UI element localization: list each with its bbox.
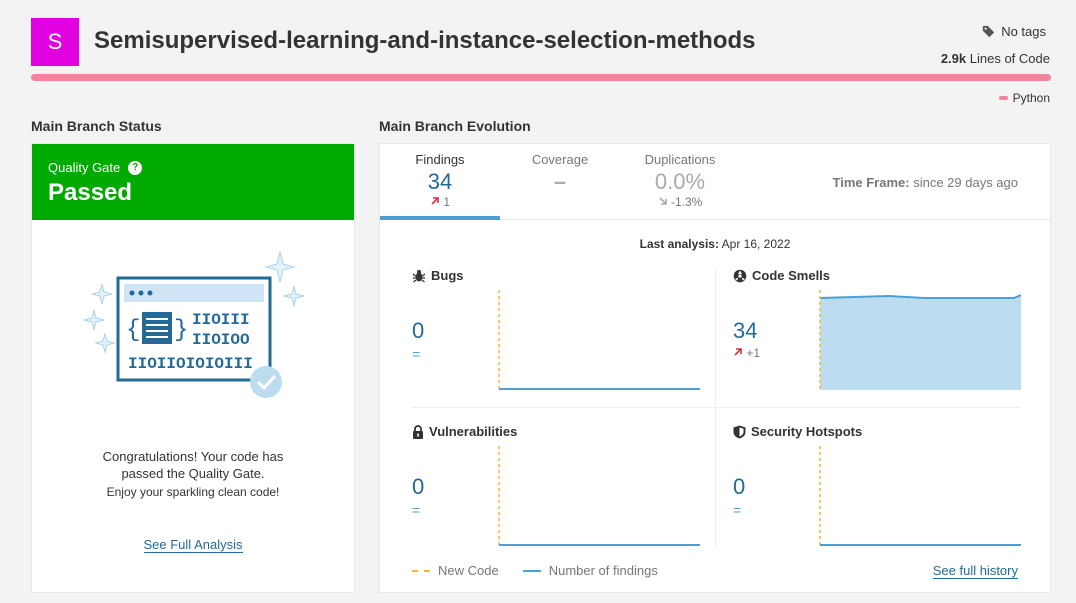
tab-coverage-title: Coverage (531, 152, 589, 167)
tab-duplications-title: Duplications (644, 152, 716, 167)
arrow-up-icon (431, 197, 439, 205)
see-full-history-link[interactable]: See full history (932, 563, 1018, 579)
python-color-dot (998, 96, 1008, 100)
legend-new-code: New Code (412, 563, 499, 578)
help-icon[interactable]: ? (128, 160, 143, 175)
loc-value: 2.9k (940, 51, 967, 66)
bugs-sparkline (498, 290, 700, 390)
lines-of-code: 2.9k Lines of Code (941, 51, 1050, 66)
main-branch-evolution-title: Main Branch Evolution (379, 118, 531, 134)
tab-findings-title: Findings (415, 152, 465, 167)
metric-vulnerabilities-delta: = (412, 502, 421, 518)
evolution-tabs: Findings 34 1 Coverage – Duplications 0.… (380, 144, 1050, 220)
last-analysis: Last analysis: Apr 16, 2022 (380, 237, 1050, 251)
tab-duplications[interactable]: Duplications 0.0% -1.3% (620, 144, 740, 220)
vulnerabilities-sparkline (498, 446, 700, 546)
metric-security-hotspots-title: Security Hotspots (751, 424, 863, 439)
tab-coverage[interactable]: Coverage – (500, 144, 620, 220)
metric-bugs-value[interactable]: 0 (412, 318, 424, 344)
congrats-line-1: Congratulations! Your code has (102, 449, 284, 464)
last-analysis-label: Last analysis: (639, 237, 719, 251)
legend-number-of-findings: Number of findings (522, 563, 658, 578)
tab-duplications-value: 0.0% (654, 169, 706, 194)
tab-findings-delta-value: 1 (443, 195, 451, 209)
project-title[interactable]: Semisupervised-learning-and-instance-sel… (94, 27, 756, 55)
metric-bugs-delta: = (412, 346, 421, 362)
tab-findings-delta: 1 (380, 195, 500, 209)
quality-gate-label-row: Quality Gate ? (48, 160, 338, 175)
main-branch-status-title: Main Branch Status (31, 118, 162, 134)
project-tags[interactable]: No tags (982, 24, 1046, 39)
evolution-card: Findings 34 1 Coverage – Duplications 0.… (379, 143, 1051, 593)
metric-vulnerabilities-value[interactable]: 0 (412, 474, 424, 500)
metric-code-smells-delta-value: +1 (746, 346, 761, 360)
project-avatar: S (31, 18, 79, 66)
tab-duplications-delta: -1.3% (620, 195, 740, 209)
arrow-down-icon (659, 197, 667, 205)
metric-bugs[interactable]: Bugs 0 = (412, 268, 712, 418)
time-frame-label: Time Frame: (832, 175, 910, 190)
last-analysis-date: Apr 16, 2022 (721, 237, 791, 251)
findings-line-swatch (522, 569, 541, 572)
tab-duplications-delta-value: -1.3% (670, 195, 703, 209)
quality-gate-box: Quality Gate ? Passed (32, 144, 354, 220)
metric-code-smells-title-row: Code Smells (733, 268, 830, 283)
metric-security-hotspots-title-row: Security Hotspots (733, 424, 862, 439)
full-analysis-link-wrap: See Full Analysis (32, 537, 354, 553)
tag-icon (983, 25, 995, 38)
metric-code-smells[interactable]: Code Smells 34 +1 (733, 268, 1033, 418)
metric-vulnerabilities[interactable]: Vulnerabilities 0 = (412, 424, 712, 574)
metric-bugs-title: Bugs (431, 268, 464, 283)
metric-code-smells-value[interactable]: 34 (733, 318, 757, 344)
code-smells-sparkline (819, 290, 1021, 390)
metric-code-smells-title: Code Smells (752, 268, 831, 283)
language-distribution-bar (31, 74, 1051, 81)
metric-security-hotspots[interactable]: Security Hotspots 0 = (733, 424, 1033, 574)
metric-code-smells-delta: +1 (733, 346, 760, 360)
shield-icon (733, 425, 746, 438)
metrics-divider-vertical (715, 268, 716, 548)
congrats-line-2: passed the Quality Gate. (121, 466, 265, 481)
code-smell-icon (733, 269, 747, 282)
congrats-message: Congratulations! Your code has passed th… (32, 448, 354, 482)
metric-security-hotspots-value[interactable]: 0 (733, 474, 745, 500)
time-frame: Time Frame: since 29 days ago (833, 175, 1019, 190)
language-legend: Python (998, 91, 1050, 105)
bug-icon (412, 269, 426, 283)
tags-label: No tags (1001, 24, 1046, 39)
lock-icon (413, 424, 423, 439)
svg-text:}: } (174, 317, 188, 344)
security-hotspots-sparkline (819, 446, 1021, 546)
chart-legend: New Code Number of findings (412, 563, 658, 578)
new-code-line-swatch (412, 569, 430, 572)
congrats-subtext: Enjoy your sparkling clean code! (106, 485, 280, 499)
loc-label: Lines of Code (969, 51, 1050, 66)
history-link-wrap: See full history (932, 563, 1018, 579)
see-full-analysis-link[interactable]: See Full Analysis (143, 537, 243, 553)
tab-findings[interactable]: Findings 34 1 (380, 144, 500, 220)
svg-text:IIOIIOIOIOIII: IIOIIOIOIOIII (128, 355, 253, 373)
clean-code-illustration: { } IIOIII IIOIOO IIOIIOIOIOIII (83, 251, 305, 398)
tab-findings-value: 34 (427, 169, 453, 194)
svg-text:IIOIII: IIOIII (192, 311, 250, 329)
quality-gate-status: Passed (48, 179, 133, 206)
metric-vulnerabilities-title-row: Vulnerabilities (412, 424, 517, 439)
metric-bugs-title-row: Bugs (412, 268, 464, 283)
time-frame-value: since 29 days ago (913, 175, 1018, 190)
metric-vulnerabilities-title: Vulnerabilities (429, 424, 518, 439)
svg-text:IIOIOO: IIOIOO (192, 331, 250, 349)
legend-new-code-label: New Code (438, 563, 499, 578)
legend-findings-label: Number of findings (548, 563, 658, 578)
arrow-up-icon (734, 348, 742, 356)
tab-coverage-value: – (553, 169, 567, 194)
quality-gate-label: Quality Gate (48, 160, 121, 175)
metric-security-hotspots-delta: = (733, 502, 742, 518)
language-label: Python (1012, 91, 1050, 105)
status-card: Quality Gate ? Passed { } IIOIII IIOIOO … (31, 143, 355, 593)
svg-text:{: { (126, 317, 140, 344)
